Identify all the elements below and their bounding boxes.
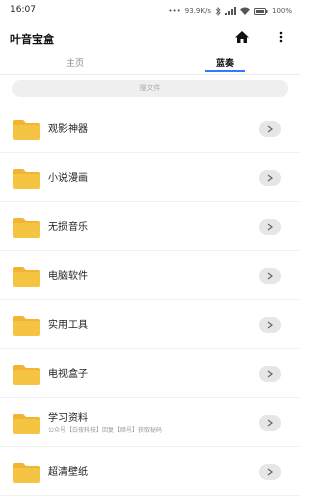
- folder-title: 小说漫画: [48, 173, 88, 184]
- network-speed: 93.9K/s: [184, 7, 211, 15]
- folder-list: 观影神器 小说漫画 无损音乐 电脑软件 实用工具 电视盒子 学习资料 公众号【白…: [0, 104, 300, 496]
- list-item[interactable]: 实用工具: [0, 300, 300, 349]
- app-title: 叶音宝盒: [10, 33, 54, 46]
- folder-icon: [13, 169, 40, 189]
- home-icon[interactable]: [234, 29, 250, 45]
- folder-icon: [13, 463, 40, 483]
- chevron-right-icon: [267, 174, 273, 182]
- search-input[interactable]: 搜文件: [12, 80, 288, 97]
- status-bar: 16:07 ••• 93.9K/s 100%: [0, 0, 300, 22]
- signal-icon: [224, 7, 236, 15]
- chevron-right-icon: [267, 272, 273, 280]
- chevron-right-icon: [267, 321, 273, 329]
- open-folder-button[interactable]: [259, 170, 281, 186]
- folder-title: 观影神器: [48, 124, 88, 135]
- bluetooth-icon: [215, 6, 221, 16]
- search-placeholder: 搜文件: [139, 84, 161, 92]
- open-folder-button[interactable]: [259, 219, 281, 235]
- folder-title: 电脑软件: [48, 271, 88, 282]
- wifi-icon: [239, 7, 250, 15]
- list-item[interactable]: 学习资料 公众号【白夜科技】回复【暗号】获取秘码: [0, 398, 300, 447]
- folder-title: 电视盒子: [48, 369, 88, 380]
- dots-indicator: •••: [168, 7, 181, 15]
- open-folder-button[interactable]: [259, 268, 281, 284]
- tab-home[interactable]: 主页: [0, 56, 150, 69]
- tab-lanzou[interactable]: 蓝奏: [150, 56, 300, 69]
- chevron-right-icon: [267, 468, 273, 476]
- list-item[interactable]: 电脑软件: [0, 251, 300, 300]
- active-tab-indicator: [205, 70, 245, 72]
- chevron-right-icon: [267, 370, 273, 378]
- folder-title: 学习资料: [48, 413, 88, 424]
- divider: [0, 74, 300, 75]
- list-item[interactable]: 观影神器: [0, 104, 300, 153]
- chevron-right-icon: [267, 223, 273, 231]
- app-bar: 叶音宝盒: [0, 22, 300, 52]
- battery-level: 100%: [271, 7, 292, 15]
- open-folder-button[interactable]: [259, 415, 281, 431]
- folder-title: 超清壁纸: [48, 467, 88, 478]
- folder-icon: [13, 365, 40, 385]
- folder-icon: [13, 120, 40, 140]
- status-indicators: ••• 93.9K/s 100%: [168, 5, 292, 17]
- tab-bar: 主页 蓝奏: [0, 52, 300, 74]
- list-item[interactable]: 小说漫画: [0, 153, 300, 202]
- folder-icon: [13, 414, 40, 434]
- folder-title: 实用工具: [48, 320, 88, 331]
- open-folder-button[interactable]: [259, 121, 281, 137]
- list-item[interactable]: 电视盒子: [0, 349, 300, 398]
- folder-icon: [13, 267, 40, 287]
- folder-icon: [13, 218, 40, 238]
- folder-subtitle: 公众号【白夜科技】回复【暗号】获取秘码: [48, 427, 163, 434]
- chevron-right-icon: [267, 125, 273, 133]
- list-item[interactable]: 无损音乐: [0, 202, 300, 251]
- folder-title: 无损音乐: [48, 222, 88, 233]
- more-vertical-icon[interactable]: [276, 29, 286, 45]
- open-folder-button[interactable]: [259, 464, 281, 480]
- open-folder-button[interactable]: [259, 366, 281, 382]
- chevron-right-icon: [267, 419, 273, 427]
- battery-icon: [253, 7, 268, 15]
- status-time: 16:07: [10, 5, 36, 15]
- open-folder-button[interactable]: [259, 317, 281, 333]
- folder-icon: [13, 316, 40, 336]
- list-item[interactable]: 超清壁纸: [0, 447, 300, 496]
